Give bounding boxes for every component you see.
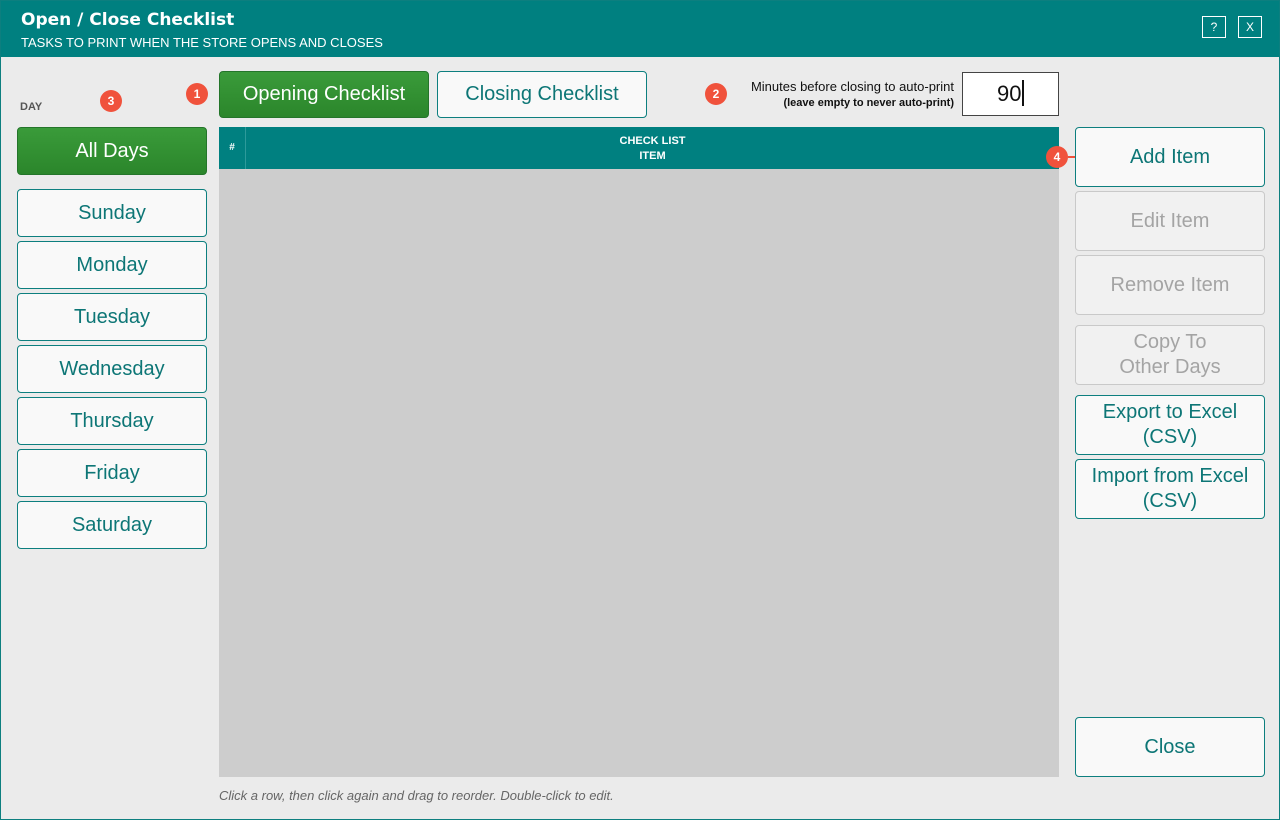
window-close-button[interactable]: X (1238, 16, 1262, 38)
day-label: DAY (20, 101, 43, 113)
tab-closing-checklist[interactable]: Closing Checklist (437, 71, 647, 118)
import-label-line2: (CSV) (1142, 490, 1198, 512)
export-label-line1: Export to Excel (1102, 401, 1238, 423)
day-tuesday-button[interactable]: Tuesday (17, 293, 207, 341)
window-title: Open / Close Checklist (21, 10, 235, 30)
minutes-value: 90 (997, 81, 1022, 106)
import-label-line1: Import from Excel (1091, 465, 1249, 487)
table-header: # CHECK LIST ITEM (219, 127, 1059, 169)
callout-badge-1: 1 (186, 83, 208, 105)
copy-label-line2: Other Days (1119, 356, 1221, 378)
column-header-item[interactable]: CHECK LIST ITEM (246, 134, 1059, 164)
day-sunday-button[interactable]: Sunday (17, 189, 207, 237)
day-friday-button[interactable]: Friday (17, 449, 207, 497)
help-button[interactable]: ? (1202, 16, 1226, 38)
auto-print-hint: (leave empty to never auto-print) (783, 97, 954, 109)
tab-opening-checklist[interactable]: Opening Checklist (219, 71, 429, 118)
callout-badge-4: 4 (1046, 146, 1068, 168)
window-subtitle: TASKS TO PRINT WHEN THE STORE OPENS AND … (21, 35, 383, 50)
column-header-item-line2: ITEM (639, 150, 666, 162)
title-bar: Open / Close Checklist TASKS TO PRINT WH… (1, 1, 1279, 57)
close-button[interactable]: Close (1075, 717, 1265, 777)
export-to-excel-button[interactable]: Export to Excel (CSV) (1075, 395, 1265, 455)
minutes-before-closing-input[interactable]: 90 (962, 72, 1059, 116)
callout-badge-3: 3 (100, 90, 122, 112)
day-monday-button[interactable]: Monday (17, 241, 207, 289)
auto-print-label: Minutes before closing to auto-print (750, 79, 954, 94)
checklist-window: Open / Close Checklist TASKS TO PRINT WH… (0, 0, 1280, 820)
import-from-excel-button[interactable]: Import from Excel (CSV) (1075, 459, 1265, 519)
callout-badge-2: 2 (705, 83, 727, 105)
day-wednesday-button[interactable]: Wednesday (17, 345, 207, 393)
day-all-days-button[interactable]: All Days (17, 127, 207, 175)
copy-label-line1: Copy To (1133, 331, 1207, 353)
copy-to-other-days-button[interactable]: Copy To Other Days (1075, 325, 1265, 385)
day-thursday-button[interactable]: Thursday (17, 397, 207, 445)
column-header-item-line1: CHECK LIST (619, 135, 686, 147)
day-saturday-button[interactable]: Saturday (17, 501, 207, 549)
remove-item-button[interactable]: Remove Item (1075, 255, 1265, 315)
reorder-hint: Click a row, then click again and drag t… (219, 788, 614, 803)
checklist-table[interactable]: # CHECK LIST ITEM (219, 127, 1059, 777)
edit-item-button[interactable]: Edit Item (1075, 191, 1265, 251)
text-caret (1022, 80, 1024, 107)
add-item-button[interactable]: Add Item (1075, 127, 1265, 187)
export-label-line2: (CSV) (1142, 426, 1198, 448)
column-header-number[interactable]: # (219, 127, 246, 169)
